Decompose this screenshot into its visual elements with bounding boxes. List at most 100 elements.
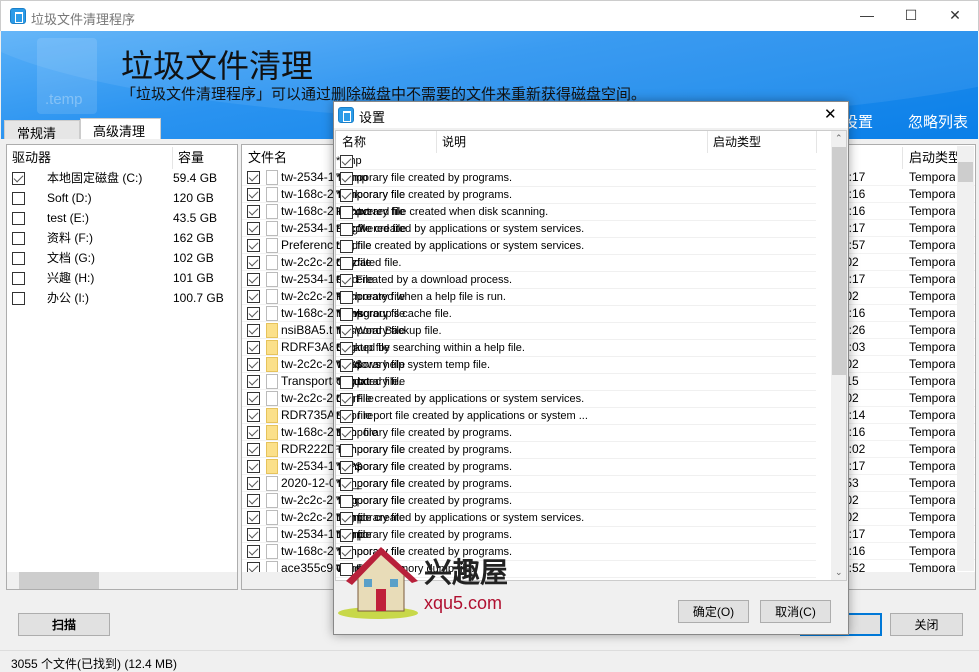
file-checkbox[interactable] [247, 528, 260, 541]
pattern-checkbox[interactable] [340, 495, 353, 508]
pattern-row[interactable]: *.___Temporary file created by programs.… [336, 476, 816, 524]
column-capacity[interactable]: 容量 [172, 147, 204, 169]
scroll-down-icon[interactable]: ⌄ [835, 567, 843, 578]
pattern-row[interactable]: *.wbkMS Word Backup file.Backup file [336, 306, 816, 354]
file-checkbox[interactable] [247, 511, 260, 524]
file-checkbox[interactable] [247, 443, 260, 456]
column-start-type[interactable]: 启动类型 [707, 131, 817, 153]
pattern-checkbox[interactable] [340, 512, 353, 525]
drive-row[interactable]: 资料 (F:) 162 GB [7, 230, 237, 247]
pattern-row[interactable]: ~*.*Temporary file created by programs.T… [336, 442, 816, 490]
drive-row[interactable]: 兴趣 (H:) 101 GB [7, 270, 237, 287]
file-checkbox[interactable] [247, 290, 260, 303]
file-checkbox[interactable] [247, 426, 260, 439]
pattern-row[interactable]: *log.txtLog file created by applications… [336, 374, 816, 422]
pattern-checkbox[interactable] [340, 427, 353, 440]
pattern-row[interactable]: *.~mpTemporary file created by programs.… [336, 510, 816, 558]
dialog-close-button[interactable]: ✕ [824, 105, 837, 123]
pattern-checkbox[interactable] [340, 461, 353, 474]
pattern-row[interactable]: *.---Temporary file created by programs.… [336, 408, 816, 456]
file-checkbox[interactable] [247, 171, 260, 184]
dialog-vscrollbar[interactable]: ⌃ ⌄ [831, 131, 846, 580]
file-checkbox[interactable] [247, 358, 260, 371]
pattern-checkbox[interactable] [340, 478, 353, 491]
file-checkbox[interactable] [247, 392, 260, 405]
drive-row[interactable]: 本地固定磁盘 (C:) 59.4 GB [7, 170, 237, 187]
tab-normal-clean[interactable]: 常规清理 [4, 120, 80, 160]
pattern-checkbox[interactable] [340, 376, 353, 389]
file-checkbox[interactable] [247, 256, 260, 269]
pattern-checkbox[interactable] [340, 342, 353, 355]
scroll-thumb[interactable] [832, 147, 846, 375]
drive-checkbox[interactable] [12, 272, 25, 285]
pattern-row[interactable]: *.tempTemporary file created by programs… [336, 170, 816, 218]
pattern-checkbox[interactable] [340, 189, 353, 202]
drive-checkbox[interactable] [12, 292, 25, 305]
pattern-row[interactable]: *.errError report file created by applic… [336, 391, 816, 439]
column-name[interactable]: 名称 [342, 131, 366, 153]
column-description[interactable]: 说明 [436, 131, 706, 153]
drive-row[interactable]: Soft (D:) 120 GB [7, 190, 237, 207]
pattern-row[interactable]: *.ftgWindows help system temp file.Tempo… [336, 340, 816, 388]
pattern-row[interactable]: *.chkRecovered file created when disk sc… [336, 187, 816, 235]
pattern-checkbox[interactable] [340, 410, 353, 423]
pattern-checkbox[interactable] [340, 172, 353, 185]
close-main-button[interactable]: 关闭 [890, 613, 963, 636]
column-start-type[interactable]: 启动类型 [902, 147, 961, 169]
pattern-checkbox[interactable] [340, 529, 353, 542]
scroll-thumb[interactable] [958, 162, 973, 182]
file-checkbox[interactable] [247, 460, 260, 473]
ok-button[interactable]: 确定(O) [678, 600, 749, 623]
pattern-checkbox[interactable] [340, 359, 353, 372]
pattern-checkbox[interactable] [340, 393, 353, 406]
pattern-row[interactable]: *._mpTemporary file created by programs.… [336, 527, 816, 575]
file-checkbox[interactable] [247, 341, 260, 354]
pattern-row[interactable]: *.~*Temporary file created by programs.T… [336, 425, 816, 473]
drive-hscrollbar[interactable] [7, 572, 237, 589]
drive-row[interactable]: 文档 (G:) 102 GB [7, 250, 237, 267]
file-checkbox[interactable] [247, 477, 260, 490]
scan-button[interactable]: 扫描 [18, 613, 110, 636]
pattern-row[interactable]: *.??$Temporary file created by programs.… [336, 459, 816, 507]
pattern-checkbox[interactable] [340, 325, 353, 338]
scroll-thumb[interactable] [19, 572, 99, 589]
column-drive[interactable]: 驱动器 [12, 147, 51, 169]
minimize-button[interactable]: — [857, 7, 877, 25]
column-filename[interactable]: 文件名 [248, 147, 287, 169]
pattern-row[interactable]: *.nchNewsgroup's cache file.Temporary fi… [336, 289, 816, 337]
ignore-list-link[interactable]: 忽略列表 [908, 111, 968, 132]
pattern-checkbox[interactable] [340, 274, 353, 287]
pattern-row[interactable]: *.oldOutdated file.Old File [336, 238, 816, 286]
pattern-row[interactable]: *.logLog file created by applications or… [336, 493, 816, 541]
pattern-row[interactable]: *.tmpTemporary file created by programs.… [336, 153, 816, 201]
pattern-checkbox[interactable] [340, 155, 353, 168]
pattern-checkbox[interactable] [340, 291, 353, 304]
file-vscrollbar[interactable] [957, 146, 974, 571]
pattern-checkbox[interactable] [340, 257, 353, 270]
file-checkbox[interactable] [247, 324, 260, 337]
drive-checkbox[interactable] [12, 232, 25, 245]
pattern-row[interactable]: *.dizFile created by a download process.… [336, 255, 816, 303]
drive-checkbox[interactable] [12, 212, 25, 225]
drive-row[interactable]: test (E:) 43.5 GB [7, 210, 237, 227]
pattern-row[interactable]: *.log?Log file created by applications o… [336, 221, 816, 269]
file-checkbox[interactable] [247, 375, 260, 388]
pattern-checkbox[interactable] [340, 240, 353, 253]
scroll-up-icon[interactable]: ⌃ [835, 133, 843, 144]
pattern-checkbox[interactable] [340, 206, 353, 219]
file-checkbox[interactable] [247, 494, 260, 507]
cancel-button[interactable]: 取消(C) [760, 600, 831, 623]
drive-checkbox[interactable] [12, 252, 25, 265]
file-checkbox[interactable] [247, 239, 260, 252]
maximize-button[interactable]: ☐ [901, 7, 921, 25]
file-checkbox[interactable] [247, 273, 260, 286]
file-checkbox[interactable] [247, 188, 260, 201]
file-checkbox[interactable] [247, 545, 260, 558]
pattern-row[interactable]: *.gidFile created when a help file is ru… [336, 272, 816, 320]
file-checkbox[interactable] [247, 307, 260, 320]
pattern-checkbox[interactable] [340, 308, 353, 321]
close-button[interactable]: ✕ [945, 7, 965, 25]
pattern-row[interactable]: *.$$$Outdated file.Old File [336, 357, 816, 405]
pattern-checkbox[interactable] [340, 444, 353, 457]
drive-row[interactable]: 办公 (I:) 100.7 GB [7, 290, 237, 307]
